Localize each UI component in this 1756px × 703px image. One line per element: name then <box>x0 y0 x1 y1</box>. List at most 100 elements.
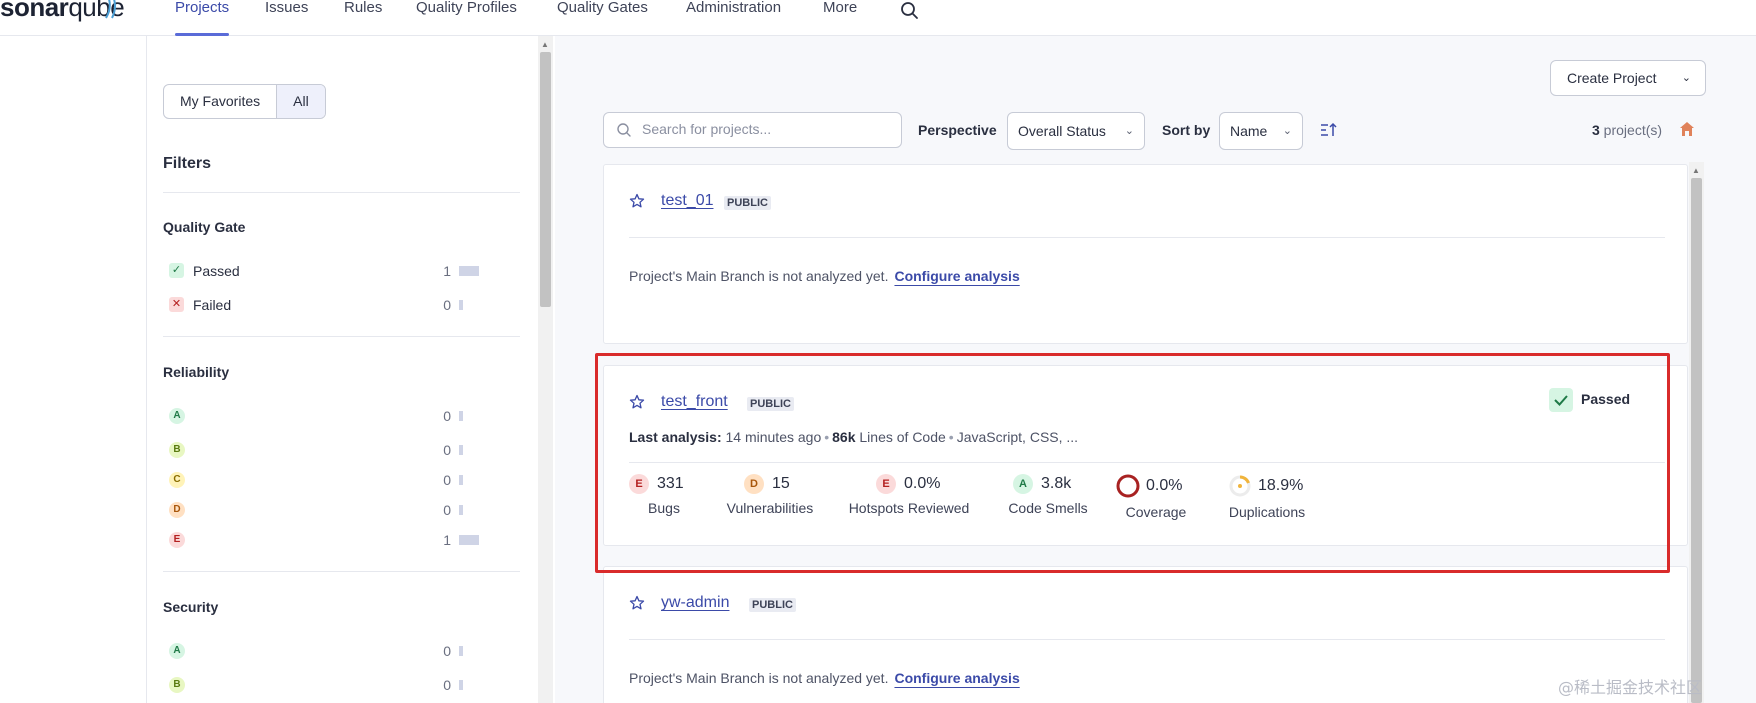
security-title: Security <box>163 599 219 615</box>
nav-quality-gates[interactable]: Quality Gates <box>557 0 648 36</box>
divider <box>163 192 520 193</box>
filter-count: 0 <box>443 408 451 424</box>
logo-arc-icon <box>105 0 116 19</box>
not-analyzed-text: Project's Main Branch is not analyzed ye… <box>629 670 889 686</box>
filter-count: 0 <box>443 502 451 518</box>
visibility-badge: PUBLIC <box>724 196 771 210</box>
nav-more[interactable]: More <box>823 0 857 36</box>
rating-c-badge: C <box>169 472 185 488</box>
filters-title: Filters <box>163 155 212 172</box>
filter-count: 1 <box>443 263 451 279</box>
sortby-label: Sort by <box>1162 122 1211 138</box>
scroll-up-arrow-icon[interactable]: ▲ <box>1692 166 1700 175</box>
filter-reliability-a[interactable]: A 0 <box>169 406 489 426</box>
filter-failed[interactable]: ✕ Failed 0 <box>169 295 489 315</box>
divider <box>163 336 520 337</box>
not-analyzed-message: Project's Main Branch is not analyzed ye… <box>629 670 1020 686</box>
perspective-select[interactable]: Overall Status ⌄ <box>1007 112 1145 150</box>
filter-count: 0 <box>443 297 451 313</box>
main-scrollbar-thumb[interactable] <box>1691 178 1702 703</box>
search-icon[interactable] <box>900 0 920 20</box>
project-count: 3 project(s) <box>1592 122 1662 138</box>
favorites-toggle: My Favorites All <box>163 84 326 119</box>
project-search[interactable] <box>603 112 902 148</box>
top-nav: sonarqube Projects Issues Rules Quality … <box>0 0 1756 36</box>
cross-icon: ✕ <box>169 297 184 312</box>
search-icon <box>617 123 631 137</box>
divider <box>629 639 1665 640</box>
search-input[interactable] <box>642 121 892 137</box>
divider <box>629 237 1665 238</box>
project-card-yw-admin: yw-admin PUBLIC Project's Main Branch is… <box>603 566 1688 703</box>
quality-gate-title: Quality Gate <box>163 219 246 235</box>
home-icon[interactable] <box>1679 121 1695 137</box>
nav-issues[interactable]: Issues <box>265 0 308 36</box>
filter-count: 0 <box>443 472 451 488</box>
filter-bar <box>459 266 479 276</box>
filter-security-a[interactable]: A 0 <box>169 641 489 661</box>
divider <box>163 571 520 572</box>
project-count-number: 3 <box>1592 122 1600 138</box>
chevron-down-icon: ⌄ <box>1681 72 1691 84</box>
star-icon[interactable] <box>629 193 645 209</box>
filter-bar <box>459 646 463 656</box>
chevron-down-icon: ⌄ <box>1282 125 1292 137</box>
nav-projects[interactable]: Projects <box>175 0 230 36</box>
rating-e-badge: E <box>169 532 185 548</box>
project-card-test-01: test_01 PUBLIC Project's Main Branch is … <box>603 164 1688 344</box>
filter-count: 0 <box>443 643 451 659</box>
filter-reliability-b[interactable]: B 0 <box>169 440 489 460</box>
watermark: @稀土掘金技术社区 <box>1558 678 1703 697</box>
star-icon[interactable] <box>629 595 645 611</box>
filter-reliability-c[interactable]: C 0 <box>169 470 489 490</box>
check-icon: ✓ <box>169 263 184 278</box>
filter-bar <box>459 505 463 515</box>
scroll-up-arrow-icon[interactable]: ▲ <box>541 40 549 49</box>
rating-b-badge: B <box>169 442 185 458</box>
create-project-button[interactable]: Create Project ⌄ <box>1550 60 1706 96</box>
nav-rules[interactable]: Rules <box>344 0 382 36</box>
create-project-label: Create Project <box>1567 70 1657 86</box>
highlight-box <box>595 353 1670 573</box>
filter-bar <box>459 535 479 545</box>
sortby-value: Name <box>1230 123 1268 139</box>
rating-d-badge: D <box>169 502 185 518</box>
logo-text-bold: sonar <box>0 0 69 22</box>
perspective-value: Overall Status <box>1018 123 1106 139</box>
my-favorites-button[interactable]: My Favorites <box>164 85 276 118</box>
nav-quality-profiles[interactable]: Quality Profiles <box>416 0 517 36</box>
filter-count: 0 <box>443 677 451 693</box>
filter-reliability-d[interactable]: D 0 <box>169 500 489 520</box>
project-name-link[interactable]: test_01 <box>661 192 713 210</box>
filter-label: Passed <box>193 263 240 279</box>
project-count-suffix: project(s) <box>1599 122 1663 138</box>
filter-label: Failed <box>193 297 232 313</box>
nav-administration[interactable]: Administration <box>686 0 781 36</box>
filter-passed[interactable]: ✓ Passed 1 <box>169 261 489 281</box>
configure-analysis-link[interactable]: Configure analysis <box>894 670 1019 686</box>
sort-ascending-icon[interactable] <box>1320 122 1338 138</box>
filters-sidebar: My Favorites All Filters Quality Gate ✓ … <box>146 36 553 703</box>
project-name-link[interactable]: yw-admin <box>661 594 729 612</box>
rating-a-badge: A <box>169 408 185 424</box>
filter-count: 1 <box>443 532 451 548</box>
visibility-badge: PUBLIC <box>749 598 796 612</box>
filter-count: 0 <box>443 442 451 458</box>
not-analyzed-message: Project's Main Branch is not analyzed ye… <box>629 268 1020 284</box>
sortby-select[interactable]: Name ⌄ <box>1219 112 1303 150</box>
perspective-label: Perspective <box>918 122 997 138</box>
filter-bar <box>459 300 463 310</box>
filter-bar <box>459 475 463 485</box>
reliability-title: Reliability <box>163 364 230 380</box>
filter-bar <box>459 680 463 690</box>
filter-security-b[interactable]: B 0 <box>169 675 489 695</box>
chevron-down-icon: ⌄ <box>1124 125 1134 137</box>
all-button[interactable]: All <box>276 85 325 118</box>
rating-a-badge: A <box>169 643 185 659</box>
configure-analysis-link[interactable]: Configure analysis <box>894 268 1019 284</box>
sidebar-scrollbar-thumb[interactable] <box>540 52 551 307</box>
rating-b-badge: B <box>169 677 185 693</box>
filter-bar <box>459 411 463 421</box>
not-analyzed-text: Project's Main Branch is not analyzed ye… <box>629 268 889 284</box>
filter-reliability-e[interactable]: E 1 <box>169 530 489 550</box>
